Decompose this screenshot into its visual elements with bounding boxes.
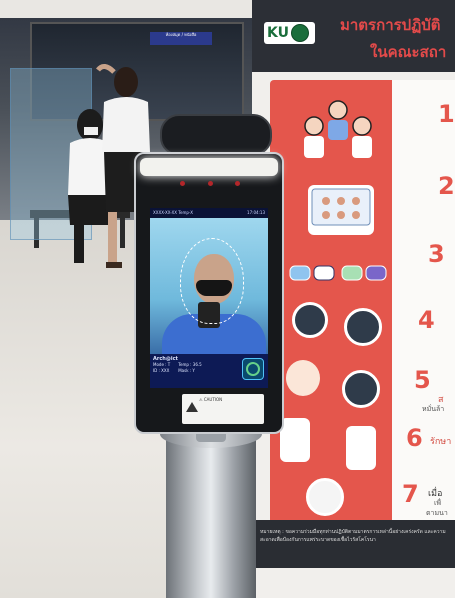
step-6-text: รักษา — [430, 437, 452, 447]
step-number-5: 5 — [414, 366, 431, 394]
device-stand-pole — [166, 430, 256, 598]
ir-sensor-icon — [235, 181, 240, 186]
distance-person-left-icon — [280, 418, 310, 462]
ir-sensor-icon — [207, 181, 213, 186]
poster-footer-text: หมายเหตุ : ขอความร่วมมือทุกท่านปฏิบัติตา… — [260, 529, 446, 543]
thermometer-icon — [344, 308, 382, 346]
step-number-2: 2 — [438, 172, 455, 200]
people-distancing-illustration — [294, 96, 380, 166]
document-icon — [306, 478, 344, 516]
camera-module — [160, 114, 272, 156]
face-detection-outline — [180, 238, 244, 324]
step-number-4: 4 — [418, 306, 435, 334]
step-number-7: 7 — [402, 480, 419, 508]
step-7-text-c: ตามนา — [426, 509, 448, 517]
ku-logo: KU — [264, 22, 315, 44]
distance-person-right-icon — [346, 426, 376, 470]
handwash-icon — [292, 302, 328, 338]
warning-triangle-icon — [186, 402, 198, 412]
masks-icon — [288, 260, 388, 286]
screen-status-left: XXXX-XX-XX Temp-X — [153, 210, 193, 215]
screen-status-bar: XXXX-XX-XX Temp-X 17:04:13 — [150, 208, 268, 218]
sanitizer-icon — [342, 370, 380, 408]
info-line-4: ID : XXX — [153, 368, 170, 373]
check-circle-icon — [246, 362, 260, 376]
background-sign: ห้องสมุด / หนังสือ — [150, 32, 212, 45]
screen-clock: 17:04:13 — [247, 210, 265, 215]
online-meeting-icon — [308, 185, 374, 235]
university-seal-icon — [290, 24, 309, 42]
face-recognition-thermometer: XXXX-XX-XX Temp-X 17:04:13 Arch@ict Mode… — [134, 152, 284, 434]
device-screen[interactable]: XXXX-XX-XX Temp-X 17:04:13 Arch@ict Mode… — [150, 208, 268, 388]
poster-title-line2: ในคณะสถา — [370, 43, 447, 61]
poster-title-line1: มาตรการปฏิบัติ — [340, 16, 441, 34]
step-number-1: 1 — [438, 100, 455, 128]
masked-face-icon — [286, 360, 320, 396]
ir-sensor-icon — [180, 181, 185, 186]
camera-preview — [150, 218, 268, 354]
info-line-3: Mask : Y — [178, 368, 195, 373]
ir-sensors — [180, 181, 240, 187]
step-number-6: 6 — [406, 424, 423, 452]
step-number-3: 3 — [428, 240, 445, 268]
ku-logo-text: KU — [267, 25, 289, 41]
step-5-text-b: หมั่นล้า — [422, 405, 445, 413]
fill-light — [140, 158, 278, 176]
